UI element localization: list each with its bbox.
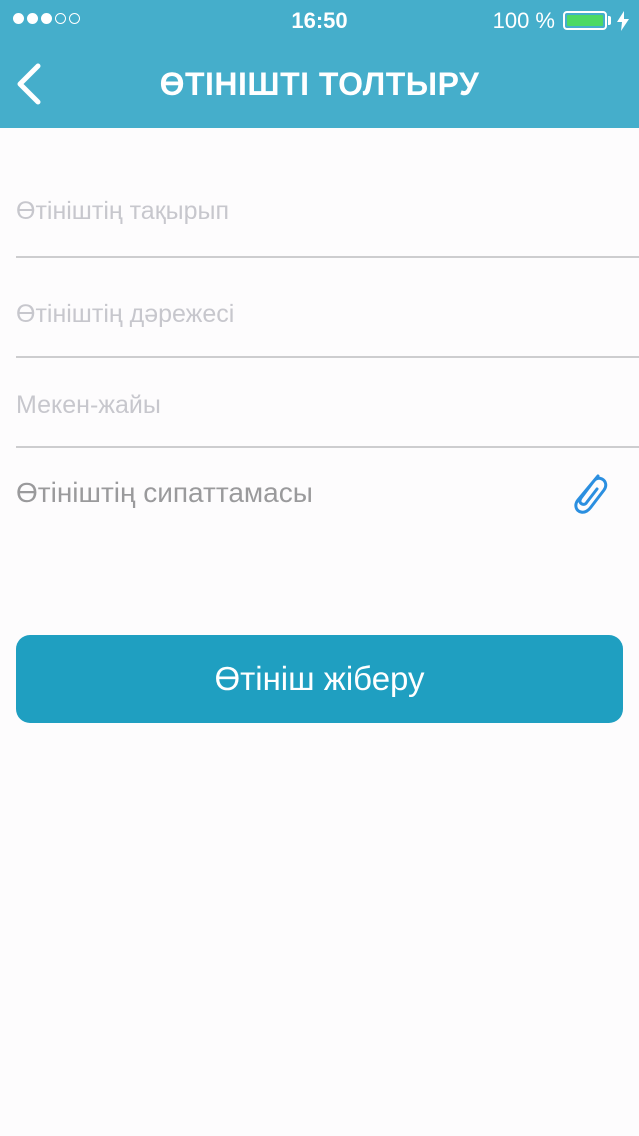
subject-input[interactable] (16, 180, 616, 242)
priority-input[interactable] (16, 283, 616, 345)
battery-percentage: 100 % (492, 8, 555, 33)
submit-request-button[interactable]: Өтініш жіберу (16, 635, 623, 723)
priority-field (16, 283, 639, 358)
address-input[interactable] (16, 375, 616, 435)
address-field (16, 375, 639, 448)
charging-bolt-icon (617, 11, 629, 31)
battery-tip (608, 16, 611, 25)
battery-icon (563, 11, 607, 30)
app-header: 16:50 100 % ӨТІНІШТІ ТОЛТЫРУ (0, 0, 639, 128)
status-bar: 16:50 100 % (0, 0, 639, 40)
paperclip-icon[interactable] (568, 470, 610, 516)
page-title: ӨТІНІШТІ ТОЛТЫРУ (159, 66, 480, 102)
subject-field (16, 180, 639, 258)
battery-level-fill (567, 15, 603, 26)
description-textarea[interactable] (16, 470, 556, 610)
